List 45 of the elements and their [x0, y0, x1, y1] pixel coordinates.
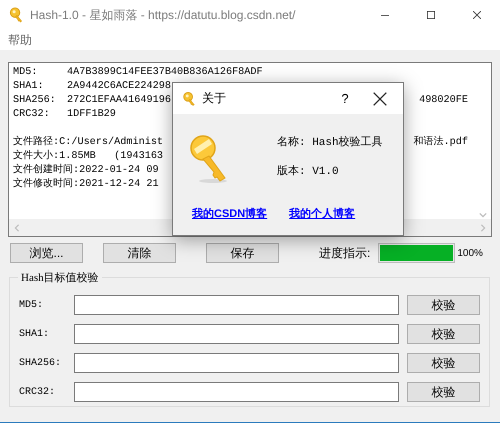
hash-label: CRC32: [13, 108, 51, 122]
app-version: 版本: V1.0 [277, 164, 340, 180]
blog-link[interactable]: 我的个人博客 [289, 206, 356, 221]
hash-label: SHA256: [19, 358, 62, 368]
window-title: Hash-1.0 - 星如雨落 - https://datutu.blog.csdn.net/ [30, 6, 296, 24]
browse-button[interactable]: 浏览... [10, 243, 83, 263]
file-info: 文件修改时间:2021-12-24 21 [13, 178, 159, 192]
hash-input-field[interactable] [74, 353, 400, 373]
group-title: Hash目标值校验 [18, 270, 102, 285]
hash-label: SHA1: [13, 80, 45, 94]
progress-reading: 100% [457, 248, 483, 258]
hash-label: CRC32: [19, 386, 56, 398]
hash-label: MD5: [13, 66, 38, 80]
hash-label: SHA1: [19, 328, 50, 340]
verify-button[interactable]: 校验 [407, 295, 480, 315]
key-icon [8, 7, 24, 23]
clear-button[interactable]: 清除 [103, 243, 176, 263]
verify-button[interactable]: 校验 [407, 353, 480, 373]
hash-value: 272C1EFAA41649196 [67, 94, 171, 108]
file-info: 文件路径:C:/Users/Administ [13, 136, 164, 150]
blog-link[interactable]: 我的CSDN博客 [192, 206, 268, 221]
key-icon [182, 90, 196, 106]
app-name: 名称: Hash校验工具 [277, 135, 383, 151]
hash-value: 2A9442C6ACE224298 [67, 80, 171, 94]
hash-input-field[interactable] [74, 382, 400, 402]
hash-label: MD5: [19, 300, 44, 310]
hash-input-field[interactable] [74, 324, 400, 344]
verify-button[interactable]: 校验 [407, 324, 480, 344]
dialog-title: 关于 [202, 90, 227, 107]
close-icon[interactable] [373, 92, 387, 106]
hash-input-field[interactable] [74, 295, 400, 315]
file-info: 文件大小:1.85MB (1943163 [13, 150, 164, 164]
help-button[interactable]: ? [335, 91, 355, 106]
save-button[interactable]: 保存 [206, 243, 279, 263]
menu-item[interactable]: 帮助 [4, 32, 36, 48]
hash-value: 4A7B3899C14FEE37B40B836A126F8ADF [67, 66, 263, 80]
progress-label: 进度指示: [319, 244, 370, 262]
verify-button[interactable]: 校验 [407, 382, 480, 402]
hash-label: SHA256: [13, 94, 57, 108]
hash-value: 1DFF1B29 [67, 108, 116, 122]
file-info: 文件创建时间:2022-01-24 09 [13, 164, 159, 178]
hash-value: 498020FE [419, 94, 469, 108]
file-info: 和语法.pdf [414, 136, 469, 150]
close-icon [473, 11, 481, 19]
maximize-icon [427, 11, 435, 19]
